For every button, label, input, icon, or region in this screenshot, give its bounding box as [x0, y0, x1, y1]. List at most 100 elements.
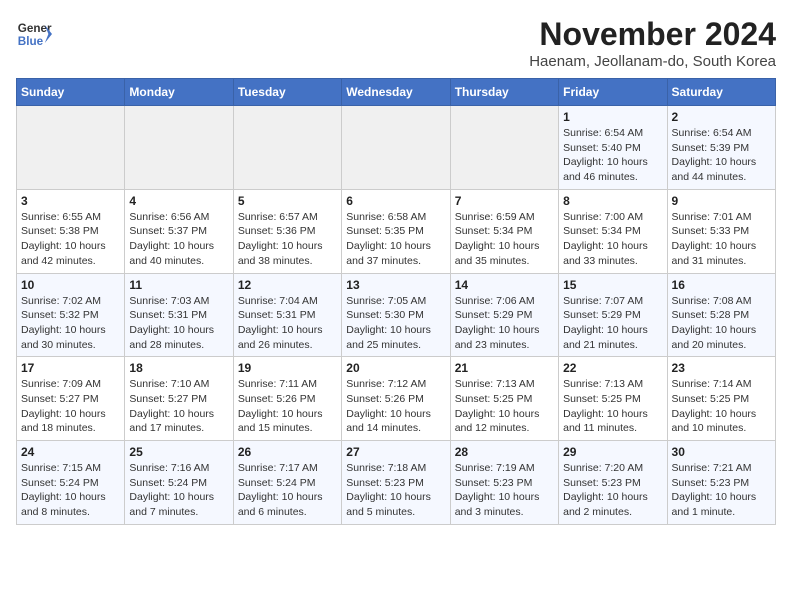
- calendar-day-cell: 5 Sunrise: 6:57 AM Sunset: 5:36 PM Daylig…: [233, 189, 341, 273]
- weekday-header: Thursday: [450, 79, 558, 106]
- day-number: 15: [563, 278, 662, 292]
- day-number: 9: [672, 194, 771, 208]
- day-info: Sunrise: 7:18 AM Sunset: 5:23 PM Dayligh…: [346, 461, 445, 520]
- calendar-day-cell: [233, 106, 341, 190]
- day-number: 4: [129, 194, 228, 208]
- day-number: 27: [346, 445, 445, 459]
- day-number: 22: [563, 361, 662, 375]
- day-info: Sunrise: 7:19 AM Sunset: 5:23 PM Dayligh…: [455, 461, 554, 520]
- day-info: Sunrise: 6:55 AM Sunset: 5:38 PM Dayligh…: [21, 210, 120, 269]
- day-info: Sunrise: 7:07 AM Sunset: 5:29 PM Dayligh…: [563, 294, 662, 353]
- calendar-day-cell: 4 Sunrise: 6:56 AM Sunset: 5:37 PM Daylig…: [125, 189, 233, 273]
- weekday-header: Wednesday: [342, 79, 450, 106]
- calendar-day-cell: 21 Sunrise: 7:13 AM Sunset: 5:25 PM Dayli…: [450, 357, 558, 441]
- day-info: Sunrise: 7:15 AM Sunset: 5:24 PM Dayligh…: [21, 461, 120, 520]
- day-number: 3: [21, 194, 120, 208]
- day-number: 18: [129, 361, 228, 375]
- day-number: 5: [238, 194, 337, 208]
- day-info: Sunrise: 7:05 AM Sunset: 5:30 PM Dayligh…: [346, 294, 445, 353]
- calendar-day-cell: 8Sunrise: 7:00 AM Sunset: 5:34 PM Daylig…: [559, 189, 667, 273]
- day-info: Sunrise: 7:13 AM Sunset: 5:25 PM Dayligh…: [455, 377, 554, 436]
- calendar-day-cell: 30Sunrise: 7:21 AM Sunset: 5:23 PM Dayli…: [667, 441, 775, 525]
- calendar-day-cell: 1 Sunrise: 6:54 AM Sunset: 5:40 PM Daylig…: [559, 106, 667, 190]
- day-info: Sunrise: 7:12 AM Sunset: 5:26 PM Dayligh…: [346, 377, 445, 436]
- weekday-header: Sunday: [17, 79, 125, 106]
- weekday-header: Tuesday: [233, 79, 341, 106]
- calendar-day-cell: [450, 106, 558, 190]
- calendar-day-cell: 16 Sunrise: 7:08 AM Sunset: 5:28 PM Dayli…: [667, 273, 775, 357]
- calendar-day-cell: 14 Sunrise: 7:06 AM Sunset: 5:29 PM Dayli…: [450, 273, 558, 357]
- calendar-day-cell: 24 Sunrise: 7:15 AM Sunset: 5:24 PM Dayli…: [17, 441, 125, 525]
- day-info: Sunrise: 7:01 AM Sunset: 5:33 PM Dayligh…: [672, 210, 771, 269]
- day-info: Sunrise: 7:03 AM Sunset: 5:31 PM Dayligh…: [129, 294, 228, 353]
- day-info: Sunrise: 6:54 AM Sunset: 5:40 PM Dayligh…: [563, 126, 662, 185]
- day-number: 2: [672, 110, 771, 124]
- day-number: 11: [129, 278, 228, 292]
- day-number: 23: [672, 361, 771, 375]
- day-number: 21: [455, 361, 554, 375]
- day-number: 7: [455, 194, 554, 208]
- calendar-header-row: SundayMondayTuesdayWednesdayThursdayFrid…: [17, 79, 776, 106]
- day-number: 20: [346, 361, 445, 375]
- calendar-week-row: 24 Sunrise: 7:15 AM Sunset: 5:24 PM Dayli…: [17, 441, 776, 525]
- calendar-day-cell: 11 Sunrise: 7:03 AM Sunset: 5:31 PM Dayli…: [125, 273, 233, 357]
- day-info: Sunrise: 6:58 AM Sunset: 5:35 PM Dayligh…: [346, 210, 445, 269]
- logo: General Blue: [16, 16, 52, 52]
- calendar-week-row: 3 Sunrise: 6:55 AM Sunset: 5:38 PM Daylig…: [17, 189, 776, 273]
- day-number: 25: [129, 445, 228, 459]
- day-info: Sunrise: 7:06 AM Sunset: 5:29 PM Dayligh…: [455, 294, 554, 353]
- calendar-day-cell: 18 Sunrise: 7:10 AM Sunset: 5:27 PM Dayli…: [125, 357, 233, 441]
- calendar-day-cell: 26 Sunrise: 7:17 AM Sunset: 5:24 PM Dayli…: [233, 441, 341, 525]
- calendar-day-cell: 29Sunrise: 7:20 AM Sunset: 5:23 PM Dayli…: [559, 441, 667, 525]
- weekday-header: Saturday: [667, 79, 775, 106]
- calendar-day-cell: 10Sunrise: 7:02 AM Sunset: 5:32 PM Dayli…: [17, 273, 125, 357]
- calendar-day-cell: 28 Sunrise: 7:19 AM Sunset: 5:23 PM Dayli…: [450, 441, 558, 525]
- day-info: Sunrise: 7:09 AM Sunset: 5:27 PM Dayligh…: [21, 377, 120, 436]
- day-number: 13: [346, 278, 445, 292]
- day-number: 16: [672, 278, 771, 292]
- day-number: 28: [455, 445, 554, 459]
- day-info: Sunrise: 7:02 AM Sunset: 5:32 PM Dayligh…: [21, 294, 120, 353]
- calendar-day-cell: 20 Sunrise: 7:12 AM Sunset: 5:26 PM Dayli…: [342, 357, 450, 441]
- day-info: Sunrise: 6:54 AM Sunset: 5:39 PM Dayligh…: [672, 126, 771, 185]
- day-info: Sunrise: 7:11 AM Sunset: 5:26 PM Dayligh…: [238, 377, 337, 436]
- day-info: Sunrise: 7:08 AM Sunset: 5:28 PM Dayligh…: [672, 294, 771, 353]
- day-info: Sunrise: 7:04 AM Sunset: 5:31 PM Dayligh…: [238, 294, 337, 353]
- day-info: Sunrise: 7:13 AM Sunset: 5:25 PM Dayligh…: [563, 377, 662, 436]
- calendar-week-row: 10Sunrise: 7:02 AM Sunset: 5:32 PM Dayli…: [17, 273, 776, 357]
- calendar-day-cell: 19 Sunrise: 7:11 AM Sunset: 5:26 PM Dayli…: [233, 357, 341, 441]
- day-number: 24: [21, 445, 120, 459]
- day-number: 14: [455, 278, 554, 292]
- logo-icon: General Blue: [16, 16, 52, 52]
- day-info: Sunrise: 6:57 AM Sunset: 5:36 PM Dayligh…: [238, 210, 337, 269]
- svg-text:Blue: Blue: [18, 35, 44, 48]
- page-subtitle: Haenam, Jeollanam-do, South Korea: [529, 53, 776, 70]
- day-info: Sunrise: 7:00 AM Sunset: 5:34 PM Dayligh…: [563, 210, 662, 269]
- calendar-week-row: 17 Sunrise: 7:09 AM Sunset: 5:27 PM Dayli…: [17, 357, 776, 441]
- day-number: 12: [238, 278, 337, 292]
- calendar-day-cell: 27 Sunrise: 7:18 AM Sunset: 5:23 PM Dayli…: [342, 441, 450, 525]
- page-title: November 2024: [529, 16, 776, 53]
- day-info: Sunrise: 7:14 AM Sunset: 5:25 PM Dayligh…: [672, 377, 771, 436]
- calendar-day-cell: 2 Sunrise: 6:54 AM Sunset: 5:39 PM Daylig…: [667, 106, 775, 190]
- day-info: Sunrise: 6:59 AM Sunset: 5:34 PM Dayligh…: [455, 210, 554, 269]
- day-info: Sunrise: 7:21 AM Sunset: 5:23 PM Dayligh…: [672, 461, 771, 520]
- calendar-day-cell: [17, 106, 125, 190]
- day-info: Sunrise: 7:17 AM Sunset: 5:24 PM Dayligh…: [238, 461, 337, 520]
- day-number: 19: [238, 361, 337, 375]
- calendar-day-cell: 23 Sunrise: 7:14 AM Sunset: 5:25 PM Dayli…: [667, 357, 775, 441]
- day-number: 17: [21, 361, 120, 375]
- day-number: 1: [563, 110, 662, 124]
- day-number: 6: [346, 194, 445, 208]
- calendar-day-cell: 3 Sunrise: 6:55 AM Sunset: 5:38 PM Daylig…: [17, 189, 125, 273]
- calendar-day-cell: 12 Sunrise: 7:04 AM Sunset: 5:31 PM Dayli…: [233, 273, 341, 357]
- day-info: Sunrise: 7:10 AM Sunset: 5:27 PM Dayligh…: [129, 377, 228, 436]
- day-number: 26: [238, 445, 337, 459]
- calendar-day-cell: 9 Sunrise: 7:01 AM Sunset: 5:33 PM Daylig…: [667, 189, 775, 273]
- day-info: Sunrise: 6:56 AM Sunset: 5:37 PM Dayligh…: [129, 210, 228, 269]
- calendar-day-cell: 25 Sunrise: 7:16 AM Sunset: 5:24 PM Dayli…: [125, 441, 233, 525]
- calendar-day-cell: [342, 106, 450, 190]
- day-info: Sunrise: 7:16 AM Sunset: 5:24 PM Dayligh…: [129, 461, 228, 520]
- calendar-day-cell: 15 Sunrise: 7:07 AM Sunset: 5:29 PM Dayli…: [559, 273, 667, 357]
- weekday-header: Friday: [559, 79, 667, 106]
